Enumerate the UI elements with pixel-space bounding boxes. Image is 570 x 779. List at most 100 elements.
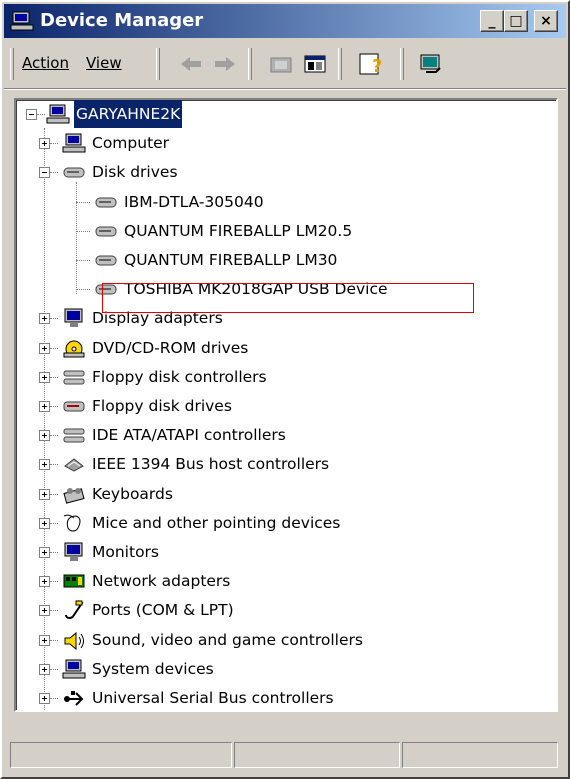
tree-item-label: Mice and other pointing devices [92,514,341,532]
disk-drive-label: QUANTUM FIREBALLP LM20.5 [124,222,353,240]
highlight-box [102,283,474,313]
toolbar-grip-2[interactable] [156,48,160,80]
computer-icon [46,104,70,124]
expand-ieee1394-expander[interactable] [39,459,50,470]
root-computer-name: GARYAHNE2K [74,100,183,128]
expand-network-expander[interactable] [39,576,50,587]
status-cell-1 [10,742,232,768]
expand-display-expander[interactable] [39,313,50,324]
tree-branch [76,231,90,232]
tree-item-ide[interactable]: IDE ATA/ATAPI controllers [16,421,546,449]
tree-branch [76,260,90,261]
window-title: Device Manager [40,10,204,31]
expand-dvd-expander[interactable] [39,343,50,354]
tree-item-sound[interactable]: Sound, video and game controllers [16,626,546,654]
tree-root[interactable]: GARYAHNE2K [16,100,546,128]
toolbar-grip-5[interactable] [400,48,404,80]
tree-branch [50,669,58,670]
tree-branch [50,377,58,378]
tree-branch [50,494,58,495]
tree-branch [50,698,58,699]
svg-text:?: ? [372,56,382,77]
tree-item-label: Ports (COM & LPT) [92,601,234,619]
tree-branch [50,348,58,349]
tree-item-dvd[interactable]: DVD/CD-ROM drives [16,334,546,362]
tree-item-monitor[interactable]: Monitors [16,538,546,566]
tree-item-label: Monitors [92,543,159,561]
tree-item-label: Network adapters [92,572,231,590]
tree-item-ieee1394[interactable]: IEEE 1394 Bus host controllers [16,450,546,478]
expand-ide-expander[interactable] [39,430,50,441]
tree-item-usb[interactable]: Universal Serial Bus controllers [16,684,546,710]
expand-mouse-expander[interactable] [39,518,50,529]
expand-monitor-expander[interactable] [39,547,50,558]
tree-item-disk-drive[interactable]: IBM-DTLA-305040 [16,188,546,216]
back-arrow-icon[interactable] [176,50,206,78]
tree-item-label: Disk drives [92,163,178,181]
ieee1394-icon [64,458,84,472]
network-icon [63,574,85,588]
close-button[interactable]: × [534,10,558,32]
tree-branch [50,523,58,524]
collapse-root-expander[interactable] [26,109,37,120]
tree-item-disk-drive[interactable]: QUANTUM FIREBALLP LM30 [16,246,546,274]
expand-floppy-drive-expander[interactable] [39,401,50,412]
menu-action[interactable]: Action [22,54,69,72]
tree-branch [50,581,58,582]
menu-view[interactable]: View [86,54,122,72]
maximize-button[interactable]: □ [504,10,528,32]
tree-item-floppy-drive[interactable]: Floppy disk drives [16,392,546,420]
collapse-disk-expander[interactable] [39,167,50,178]
tree-item-disk-drive[interactable]: QUANTUM FIREBALLP LM20.5 [16,217,546,245]
toolbar-grip-4[interactable] [338,48,342,80]
tree-item-label: DVD/CD-ROM drives [92,339,249,357]
mouse-icon [63,514,81,532]
disk-drive-label: QUANTUM FIREBALLP LM30 [124,251,338,269]
system-icon [62,659,86,679]
tree-branch [50,406,58,407]
scan-hardware-icon[interactable] [416,50,446,78]
tree-item-label: IEEE 1394 Bus host controllers [92,455,330,473]
expand-computer-expander[interactable] [39,138,50,149]
title-bar[interactable]: Device Manager _ □ × [4,4,566,38]
tree-item-label: Universal Serial Bus controllers [92,689,334,707]
tree-branch [50,143,58,144]
computer-icon [62,133,86,153]
tree-branch [50,318,58,319]
monitor-icon [64,542,83,561]
properties-view-icon[interactable] [300,50,330,78]
tree-branch [50,435,58,436]
tree-item-label: Sound, video and game controllers [92,631,363,649]
disk-drive-icon [95,226,117,237]
usb-icon [64,691,84,706]
tree-item-disk[interactable]: Disk drives [16,158,546,186]
toolbar-grip[interactable] [10,48,14,80]
tree-item-mouse[interactable]: Mice and other pointing devices [16,509,546,537]
expand-floppy-controller-expander[interactable] [39,372,50,383]
expand-port-expander[interactable] [39,605,50,616]
disk-icon [63,167,85,178]
tree-item-computer[interactable]: Computer [16,129,546,157]
device-tree[interactable]: GARYAHNE2K Computer Disk drives IBM-DTLA-3… [14,98,558,712]
forward-arrow-icon[interactable] [210,50,240,78]
expand-sound-expander[interactable] [39,635,50,646]
tree-item-label: Computer [92,134,170,152]
expand-usb-expander[interactable] [39,693,50,704]
toolbar-grip-3[interactable] [248,48,252,80]
tree-item-port[interactable]: Ports (COM & LPT) [16,596,546,624]
status-cell-2 [234,742,400,768]
tree-branch [50,172,58,173]
up-folder-icon[interactable] [266,50,296,78]
tree-branch [50,610,58,611]
tree-item-label: Floppy disk controllers [92,368,267,386]
tree-item-floppy-controller[interactable]: Floppy disk controllers [16,363,546,391]
expand-system-expander[interactable] [39,664,50,675]
tree-item-keyboard[interactable]: Keyboards [16,480,546,508]
expand-keyboard-expander[interactable] [39,489,50,500]
tree-item-network[interactable]: Network adapters [16,567,546,595]
menu-action-label: Action [22,54,69,72]
minimize-button[interactable]: _ [480,10,504,32]
tree-item-system[interactable]: System devices [16,655,546,683]
help-icon[interactable]: ? [356,50,386,78]
device-manager-window: Device Manager _ □ × Action View ? GARYA… [0,0,570,779]
